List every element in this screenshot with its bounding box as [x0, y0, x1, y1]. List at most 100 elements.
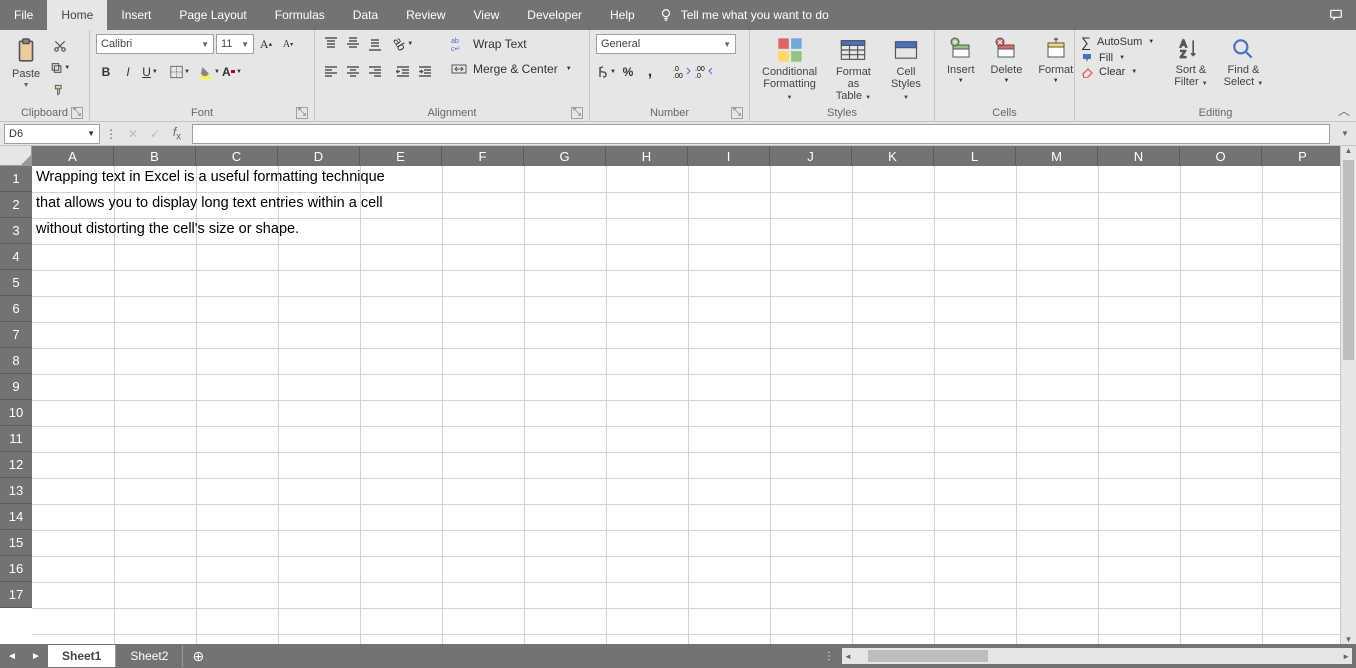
split-handle[interactable]: ⋮ — [824, 651, 834, 662]
column-header-i[interactable]: I — [688, 146, 770, 166]
align-left-button[interactable] — [321, 62, 341, 82]
align-bottom-button[interactable] — [365, 34, 385, 54]
decrease-indent-button[interactable] — [393, 62, 413, 82]
delete-cells-button[interactable]: Delete▼ — [985, 34, 1029, 86]
column-header-c[interactable]: C — [196, 146, 278, 166]
column-header-p[interactable]: P — [1262, 146, 1344, 166]
vertical-scrollbar[interactable]: ▲ ▼ — [1340, 146, 1356, 644]
column-header-f[interactable]: F — [442, 146, 524, 166]
increase-decimal-button[interactable]: .0.00 — [672, 62, 692, 82]
italic-button[interactable]: I — [118, 62, 138, 82]
format-cells-button[interactable]: Format▼ — [1032, 34, 1079, 86]
cell-styles-button[interactable]: CellStyles ▼ — [884, 34, 928, 106]
clipboard-launcher[interactable]: ⤡ — [71, 107, 83, 119]
sheet-tab-2[interactable]: Sheet2 — [116, 645, 183, 667]
row-header-9[interactable]: 9 — [0, 374, 32, 400]
cell-a3[interactable]: without distorting the cell's size or sh… — [32, 221, 299, 237]
sheet-nav-prev[interactable]: ◄ — [0, 651, 24, 662]
tab-home[interactable]: Home — [47, 0, 107, 30]
merge-center-button[interactable]: Merge & Center ▼ — [447, 60, 576, 78]
row-header-6[interactable]: 6 — [0, 296, 32, 322]
tab-formulas[interactable]: Formulas — [261, 0, 339, 30]
font-size-select[interactable]: 11▼ — [216, 34, 254, 54]
collapse-ribbon-button[interactable]: ︿ — [1338, 102, 1350, 119]
name-box-expand[interactable]: ⋮ — [100, 127, 122, 141]
column-header-j[interactable]: J — [770, 146, 852, 166]
format-as-table-button[interactable]: Format asTable ▼ — [827, 34, 880, 106]
column-header-k[interactable]: K — [852, 146, 934, 166]
column-header-e[interactable]: E — [360, 146, 442, 166]
underline-button[interactable]: U▼ — [140, 62, 160, 82]
orientation-button[interactable]: ab▼ — [393, 34, 413, 54]
tell-me-input[interactable] — [681, 8, 881, 22]
decrease-decimal-button[interactable]: .00.0 — [694, 62, 714, 82]
insert-cells-button[interactable]: Insert▼ — [941, 34, 981, 86]
row-header-12[interactable]: 12 — [0, 452, 32, 478]
tab-file[interactable]: File — [0, 0, 47, 30]
comments-icon[interactable] — [1316, 0, 1356, 30]
row-header-11[interactable]: 11 — [0, 426, 32, 452]
row-header-3[interactable]: 3 — [0, 218, 32, 244]
copy-button[interactable]: ▼ — [50, 58, 70, 78]
column-header-d[interactable]: D — [278, 146, 360, 166]
format-painter-button[interactable] — [50, 80, 70, 100]
font-color-button[interactable]: A▼ — [222, 62, 242, 82]
column-header-b[interactable]: B — [114, 146, 196, 166]
sheet-nav-next[interactable]: ► — [24, 651, 48, 662]
percent-button[interactable]: % — [618, 62, 638, 82]
cell-a1[interactable]: Wrapping text in Excel is a useful forma… — [32, 169, 385, 185]
tab-data[interactable]: Data — [339, 0, 392, 30]
cell-a2[interactable]: that allows you to display long text ent… — [32, 195, 383, 211]
fill-button[interactable]: Fill▼ — [1081, 52, 1154, 64]
tab-page-layout[interactable]: Page Layout — [165, 0, 260, 30]
expand-formula-bar[interactable]: ▼ — [1334, 129, 1356, 138]
name-box[interactable]: D6▼ — [4, 124, 100, 144]
row-header-5[interactable]: 5 — [0, 270, 32, 296]
autosum-button[interactable]: ∑AutoSum▼ — [1081, 34, 1154, 50]
enter-formula-button[interactable]: ✓ — [144, 127, 166, 141]
select-all-corner[interactable] — [0, 146, 32, 166]
column-header-m[interactable]: M — [1016, 146, 1098, 166]
column-header-g[interactable]: G — [524, 146, 606, 166]
cut-button[interactable] — [50, 36, 70, 56]
horizontal-scrollbar[interactable]: ◄ ► — [842, 648, 1352, 664]
number-launcher[interactable]: ⤡ — [731, 107, 743, 119]
row-header-16[interactable]: 16 — [0, 556, 32, 582]
font-name-select[interactable]: Calibri▼ — [96, 34, 214, 54]
tab-review[interactable]: Review — [392, 0, 459, 30]
grow-font-button[interactable]: A▴ — [256, 34, 276, 54]
row-header-14[interactable]: 14 — [0, 504, 32, 530]
sheet-tab-1[interactable]: Sheet1 — [48, 645, 116, 667]
conditional-formatting-button[interactable]: ConditionalFormatting ▼ — [756, 34, 823, 106]
tab-insert[interactable]: Insert — [107, 0, 165, 30]
row-header-8[interactable]: 8 — [0, 348, 32, 374]
fill-color-button[interactable]: ▼ — [200, 62, 220, 82]
row-header-2[interactable]: 2 — [0, 192, 32, 218]
tab-view[interactable]: View — [460, 0, 514, 30]
align-top-button[interactable] — [321, 34, 341, 54]
row-header-15[interactable]: 15 — [0, 530, 32, 556]
sort-filter-button[interactable]: AZ Sort &Filter ▼ — [1168, 34, 1213, 92]
column-header-n[interactable]: N — [1098, 146, 1180, 166]
row-header-1[interactable]: 1 — [0, 166, 32, 192]
tab-help[interactable]: Help — [596, 0, 649, 30]
wrap-text-button[interactable]: abc↵ Wrap Text — [447, 34, 576, 54]
clear-button[interactable]: Clear▼ — [1081, 66, 1154, 78]
align-center-button[interactable] — [343, 62, 363, 82]
bold-button[interactable]: B — [96, 62, 116, 82]
alignment-launcher[interactable]: ⤡ — [571, 107, 583, 119]
tab-developer[interactable]: Developer — [513, 0, 596, 30]
column-header-l[interactable]: L — [934, 146, 1016, 166]
shrink-font-button[interactable]: A▾ — [278, 34, 298, 54]
row-header-10[interactable]: 10 — [0, 400, 32, 426]
align-middle-button[interactable] — [343, 34, 363, 54]
column-header-h[interactable]: H — [606, 146, 688, 166]
number-format-select[interactable]: General▼ — [596, 34, 736, 54]
row-header-7[interactable]: 7 — [0, 322, 32, 348]
formula-bar[interactable] — [192, 124, 1330, 144]
row-header-13[interactable]: 13 — [0, 478, 32, 504]
border-button[interactable]: ▼ — [170, 62, 190, 82]
insert-function-button[interactable]: fx — [166, 125, 188, 142]
row-header-17[interactable]: 17 — [0, 582, 32, 608]
column-header-o[interactable]: O — [1180, 146, 1262, 166]
